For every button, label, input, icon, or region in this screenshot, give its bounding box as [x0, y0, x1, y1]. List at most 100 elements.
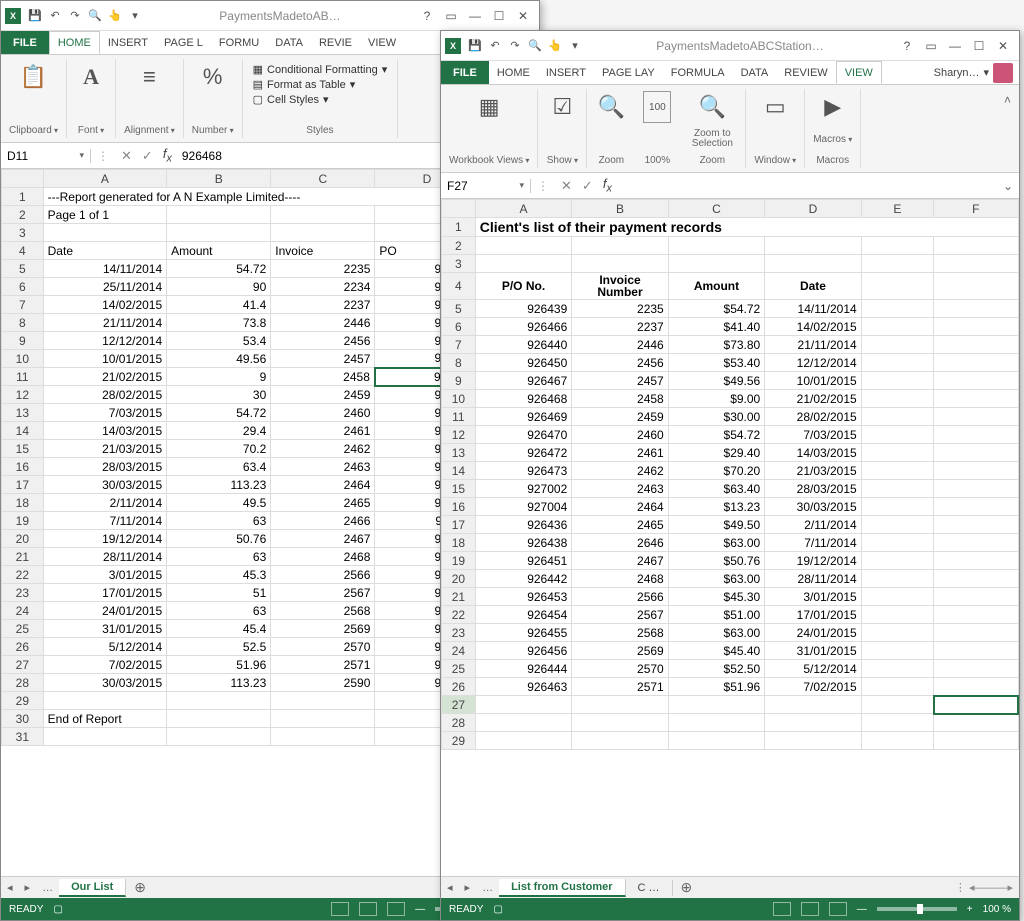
row-header[interactable]: 2 — [2, 206, 44, 224]
cell[interactable]: Client's list of their payment records — [475, 218, 1018, 237]
cell[interactable]: 2461 — [271, 422, 375, 440]
row-header[interactable]: 11 — [442, 408, 476, 426]
row-header[interactable]: 23 — [442, 624, 476, 642]
cell[interactable]: 2464 — [572, 498, 668, 516]
tab-review[interactable]: REVIEW — [776, 61, 835, 84]
row-header[interactable]: 20 — [2, 530, 44, 548]
cell[interactable]: $52.50 — [668, 660, 764, 678]
cell[interactable]: 30/03/2015 — [43, 674, 167, 692]
row-header[interactable]: 25 — [2, 620, 44, 638]
row-header[interactable]: 20 — [442, 570, 476, 588]
tab-file[interactable]: FILE — [441, 61, 489, 84]
hscroll-2[interactable]: ⋮ ◂———▸ — [700, 881, 1019, 894]
row-header[interactable]: 30 — [2, 710, 44, 728]
cell[interactable]: 113.23 — [167, 476, 271, 494]
workbook-views-icon[interactable]: ▦ — [473, 91, 505, 123]
row-header[interactable]: 1 — [442, 218, 476, 237]
cell[interactable]: 2566 — [271, 566, 375, 584]
cell[interactable]: 25/11/2014 — [43, 278, 167, 296]
paste-icon[interactable]: 📋 — [18, 61, 50, 93]
cell[interactable]: 21/03/2015 — [765, 462, 861, 480]
cell[interactable]: $30.00 — [668, 408, 764, 426]
row-header[interactable]: 9 — [2, 332, 44, 350]
row-header[interactable]: 13 — [2, 404, 44, 422]
tab-home[interactable]: HOME — [49, 31, 100, 54]
col-header[interactable]: B — [572, 200, 668, 218]
row-header[interactable]: 22 — [2, 566, 44, 584]
help-icon[interactable]: ? — [415, 4, 439, 28]
zoom-out-icon[interactable]: — — [857, 904, 867, 915]
cell[interactable]: 2461 — [572, 444, 668, 462]
cell[interactable]: 926456 — [475, 642, 571, 660]
tab-page-layout[interactable]: PAGE LAY — [594, 61, 663, 84]
cell[interactable]: 17/01/2015 — [765, 606, 861, 624]
cell[interactable]: 2571 — [271, 656, 375, 674]
row-header[interactable]: 24 — [2, 602, 44, 620]
cell[interactable]: Invoice — [271, 242, 375, 260]
cell[interactable]: 2458 — [572, 390, 668, 408]
cell[interactable]: 30 — [167, 386, 271, 404]
cell[interactable]: 17/01/2015 — [43, 584, 167, 602]
cell[interactable]: 5/12/2014 — [765, 660, 861, 678]
tab-file[interactable]: FILE — [1, 31, 49, 54]
row-header[interactable]: 2 — [442, 237, 476, 255]
format-as-table-button[interactable]: ▤Format as Table ▾ — [253, 78, 356, 91]
cell[interactable]: 2235 — [271, 260, 375, 278]
row-header[interactable]: 21 — [442, 588, 476, 606]
row-header[interactable]: 6 — [442, 318, 476, 336]
select-all[interactable] — [2, 170, 44, 188]
cell[interactable]: 14/11/2014 — [43, 260, 167, 278]
cell[interactable]: 29.4 — [167, 422, 271, 440]
tab-insert[interactable]: INSERT — [100, 31, 156, 54]
cell[interactable]: $54.72 — [668, 300, 764, 318]
cell[interactable]: 2456 — [271, 332, 375, 350]
cell[interactable]: $70.20 — [668, 462, 764, 480]
cell[interactable]: 31/01/2015 — [765, 642, 861, 660]
minimize-icon[interactable]: — — [943, 34, 967, 58]
cell[interactable]: Page 1 of 1 — [43, 206, 167, 224]
formula-input-2[interactable] — [622, 179, 991, 193]
cell[interactable]: 927004 — [475, 498, 571, 516]
cell[interactable]: 2568 — [572, 624, 668, 642]
cell[interactable]: 926451 — [475, 552, 571, 570]
conditional-formatting-button[interactable]: ▦Conditional Formatting ▾ — [253, 63, 388, 76]
cell[interactable]: 2465 — [572, 516, 668, 534]
cell[interactable]: 14/03/2015 — [43, 422, 167, 440]
row-header[interactable]: 16 — [2, 458, 44, 476]
sheet-nav-more[interactable]: … — [36, 882, 59, 894]
tab-formulas[interactable]: FORMU — [211, 31, 267, 54]
print-preview-icon[interactable]: 🔍 — [525, 36, 545, 56]
cell[interactable]: 21/11/2014 — [765, 336, 861, 354]
cell[interactable]: 28/11/2014 — [43, 548, 167, 566]
row-header[interactable]: 17 — [442, 516, 476, 534]
name-box-1[interactable]: D11▾ — [1, 149, 91, 163]
cell[interactable]: 54.72 — [167, 260, 271, 278]
cell[interactable]: 2570 — [572, 660, 668, 678]
cell[interactable]: 21/03/2015 — [43, 440, 167, 458]
cell[interactable]: 2234 — [271, 278, 375, 296]
row-header[interactable]: 5 — [442, 300, 476, 318]
macro-record-icon[interactable]: ▢ — [493, 904, 502, 915]
cell[interactable]: 73.8 — [167, 314, 271, 332]
cell-selected[interactable] — [934, 696, 1018, 714]
row-header[interactable]: 8 — [2, 314, 44, 332]
cell[interactable]: 9 — [167, 368, 271, 386]
cell[interactable]: 2458 — [271, 368, 375, 386]
add-sheet-icon[interactable]: ⊕ — [673, 879, 701, 896]
qat-more-icon[interactable]: ▾ — [125, 6, 145, 26]
expand-formula-bar-icon[interactable]: ⌄ — [997, 179, 1019, 193]
row-header[interactable]: 25 — [442, 660, 476, 678]
tab-home[interactable]: HOME — [489, 61, 538, 84]
cell[interactable]: 2463 — [572, 480, 668, 498]
row-header[interactable]: 8 — [442, 354, 476, 372]
name-box-2[interactable]: F27▾ — [441, 179, 531, 193]
cell[interactable]: $45.30 — [668, 588, 764, 606]
cell[interactable]: 28/03/2015 — [43, 458, 167, 476]
cell[interactable]: 3/01/2015 — [43, 566, 167, 584]
cell[interactable]: 53.4 — [167, 332, 271, 350]
cell[interactable]: 2466 — [271, 512, 375, 530]
row-header[interactable]: 12 — [442, 426, 476, 444]
page-layout-view-icon[interactable] — [359, 902, 377, 916]
cell[interactable]: $53.40 — [668, 354, 764, 372]
cell[interactable]: 14/11/2014 — [765, 300, 861, 318]
